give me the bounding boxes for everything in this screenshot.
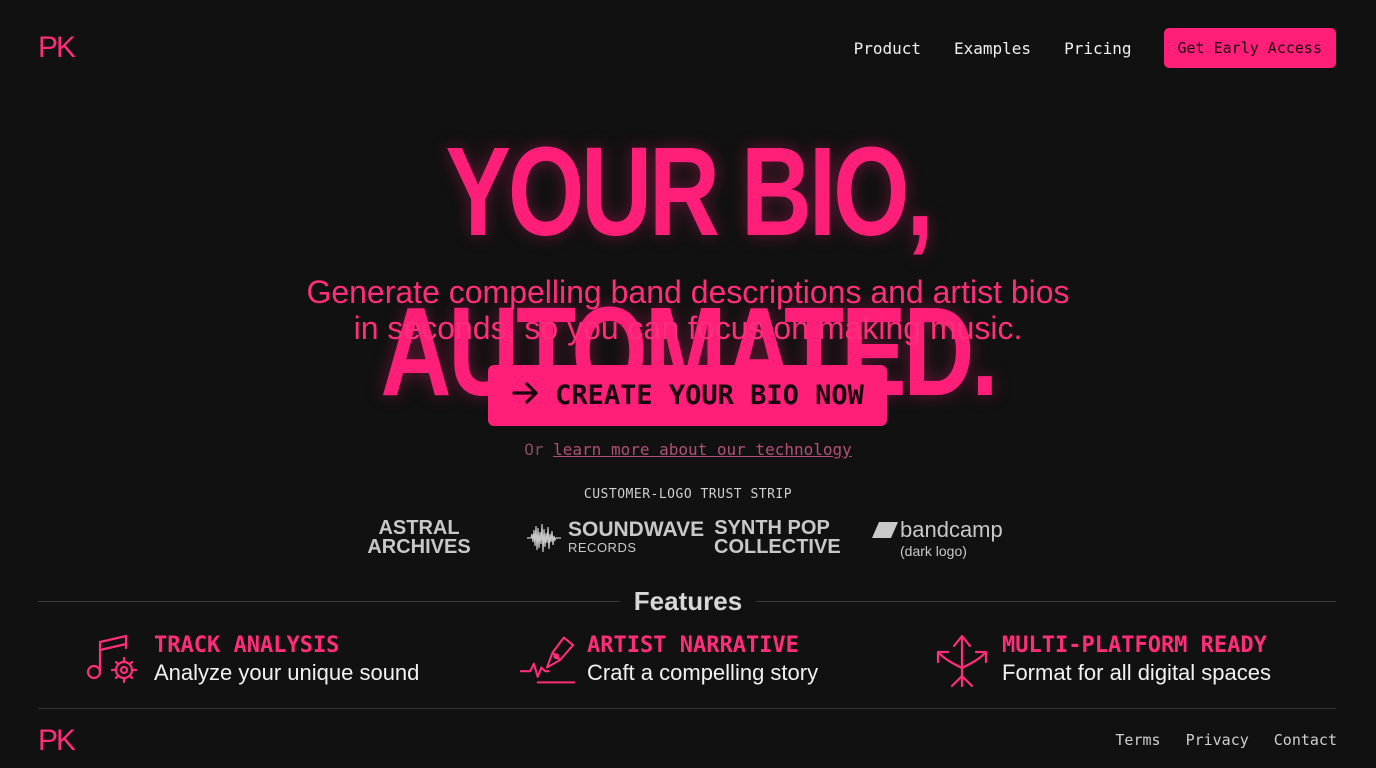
feature-description: Analyze your unique sound — [154, 660, 420, 685]
footer-divider — [38, 708, 1336, 709]
features-heading: Features — [633, 586, 743, 616]
footer-contact-link[interactable]: Contact — [1274, 731, 1337, 749]
footer-privacy-link[interactable]: Privacy — [1186, 731, 1249, 749]
create-bio-label: CREATE YOUR BIO NOW — [555, 380, 864, 411]
hero-subtitle: Generate compelling band descriptions an… — [0, 274, 1376, 346]
top-nav: Product Examples Pricing Get Early Acces… — [821, 28, 1336, 68]
feature-artist-narrative: ARTIST NARRATIVE Craft a compelling stor… — [519, 632, 818, 688]
synth-pop-collective-logo: SYNTH POP COLLECTIVE — [714, 518, 841, 558]
soundwave-records-logo: SOUNDWAVE RECORDS — [526, 519, 704, 556]
music-gear-icon — [86, 634, 138, 684]
nav-examples-link[interactable]: Examples — [954, 39, 1031, 58]
feature-description: Craft a compelling story — [587, 660, 819, 685]
feature-track-analysis: TRACK ANALYSIS Analyze your unique sound — [86, 632, 419, 688]
pen-waveform-icon — [519, 636, 575, 684]
learn-more-link[interactable]: learn more about our technology — [553, 440, 852, 459]
astral-logo-line-2: ARCHIVES — [367, 536, 471, 558]
footer-links: Terms Privacy Contact — [1090, 731, 1337, 749]
arrow-right-icon — [511, 378, 541, 413]
nav-pricing-link[interactable]: Pricing — [1064, 39, 1131, 58]
feature-title: MULTI-PLATFORM READY — [1002, 633, 1267, 658]
bandcamp-logo: bandcamp (dark logo) — [872, 517, 1003, 559]
footer-terms-link[interactable]: Terms — [1115, 731, 1160, 749]
waveform-icon — [527, 523, 561, 552]
brand-logo[interactable]: PK — [38, 31, 76, 65]
nav-product-link[interactable]: Product — [854, 39, 921, 58]
learn-more-prefix: Or — [524, 440, 544, 459]
feature-multi-platform: MULTI-PLATFORM READY Format for all digi… — [934, 632, 1271, 688]
astral-archives-logo: ASTRAL ARCHIVES — [366, 518, 472, 558]
bandcamp-parallelogram-icon — [872, 522, 898, 538]
footer-logo[interactable]: PK — [38, 724, 76, 758]
synth-logo-line-2: COLLECTIVE — [714, 536, 841, 558]
multi-arrow-icon — [936, 634, 988, 688]
hero-subtitle-line-1: Generate compelling band descriptions an… — [306, 274, 1070, 310]
soundwave-logo-line-2: RECORDS — [568, 540, 637, 555]
get-early-access-button[interactable]: Get Early Access — [1163, 28, 1336, 68]
soundwave-logo-line-1: SOUNDWAVE — [568, 518, 705, 541]
bandcamp-logo-line-2: (dark logo) — [900, 543, 967, 559]
bandcamp-logo-line-1: bandcamp — [900, 517, 1003, 542]
trust-strip-label: CUSTOMER-LOGO TRUST STRIP — [583, 487, 793, 502]
hero-subtitle-line-2: in seconds, so you can focus on making m… — [353, 310, 1023, 346]
feature-description: Format for all digital spaces — [1002, 660, 1271, 685]
feature-title: ARTIST NARRATIVE — [587, 633, 799, 658]
create-bio-button[interactable]: CREATE YOUR BIO NOW — [488, 365, 887, 426]
learn-more-line: Or learn more about our technology — [0, 440, 1376, 459]
feature-title: TRACK ANALYSIS — [154, 633, 340, 658]
